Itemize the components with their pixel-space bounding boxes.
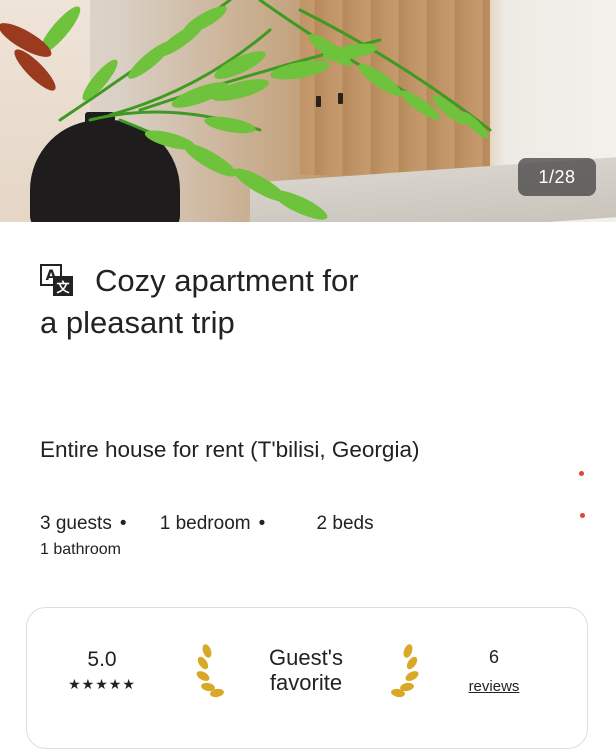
detail-separator: • (258, 513, 266, 534)
reviews-block[interactable]: 6 reviews (455, 647, 533, 695)
detail-separator: • (119, 513, 127, 534)
title-line-2: a pleasant trip (40, 305, 235, 340)
svg-text:文: 文 (56, 280, 70, 296)
bed-count: 2 beds (316, 513, 374, 534)
guest-favorite-line-1: Guest's (269, 645, 343, 670)
guests-count: 3 guests (40, 513, 112, 534)
listing-photo[interactable]: 1/28 (0, 0, 616, 222)
rating-block: 5.0 ★★★★★ (62, 648, 142, 693)
bedroom-count: 1 bedroom (159, 513, 251, 534)
listing-details: 3 guests • 1 bedroom • 2 beds (40, 513, 374, 535)
guest-favorite-badge: Guest's favorite (246, 645, 366, 695)
laurel-right-icon (391, 644, 419, 698)
accent-dot (580, 513, 585, 518)
guest-favorite-line-2: favorite (269, 670, 343, 695)
reviews-link[interactable]: reviews (455, 678, 533, 695)
review-count: 6 (488, 647, 499, 667)
bathroom-count: 1 bathroom (40, 541, 121, 558)
photo-counter-badge: 1/28 (518, 158, 596, 196)
listing-title-block: A 文 Cozy apartment for a pleasant trip (40, 260, 560, 344)
rating-score: 5.0 (87, 648, 117, 671)
listing-subtitle: Entire house for rent (T'bilisi, Georgia… (40, 437, 420, 462)
accent-dot (579, 471, 584, 476)
laurel-left-icon (196, 644, 224, 698)
translate-icon[interactable]: A 文 (40, 263, 76, 299)
listing-title: Cozy apartment for a pleasant trip (40, 260, 560, 344)
title-line-1: Cozy apartment for (95, 263, 359, 298)
rating-stars: ★★★★★ (68, 676, 136, 692)
